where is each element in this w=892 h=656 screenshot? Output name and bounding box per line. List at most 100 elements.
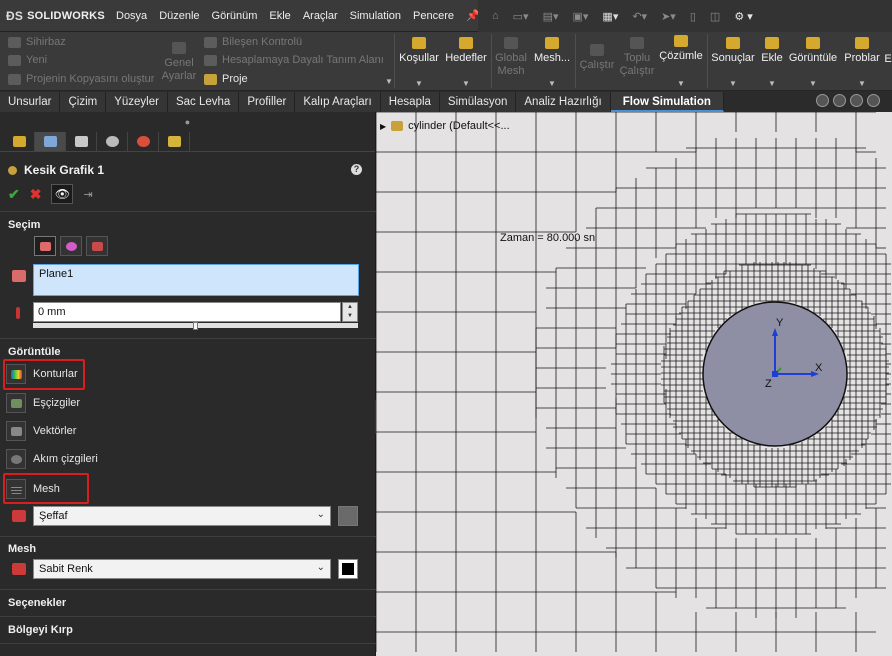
wizard-button[interactable]: Sihirbaz [8,36,66,48]
vectors-option[interactable]: Vektörler [6,419,366,443]
run-button[interactable]: Çalıştır [578,44,616,72]
computational-domain-button[interactable]: Hesaplamaya Dayalı Tanım Alanı [204,54,384,66]
section-view-icon[interactable] [867,94,880,107]
save-icon[interactable]: ▣▾ [573,10,589,23]
tab-display-manager[interactable] [128,132,159,151]
display-button[interactable]: Görüntüle [788,37,838,65]
solve-dropdown-icon[interactable]: ▼ [677,79,685,88]
clone-project-button[interactable]: Projenin Kopyasını oluştur [8,73,154,85]
mesh-button[interactable]: Mesh... [532,37,572,65]
tab-flow-analysis-tree[interactable] [4,132,35,151]
zoom-fit-icon[interactable] [816,94,829,107]
offset-input[interactable]: 0 mm [33,302,341,322]
divider [0,616,376,617]
rebuild-icon[interactable]: ▯ [690,10,696,23]
offset-spinner[interactable]: ▲ ▼ [342,302,358,322]
new-project-button[interactable]: Yeni [8,54,47,66]
goals-dropdown-icon[interactable]: ▼ [462,79,470,88]
plane-selection-box[interactable]: Plane1 [33,264,359,296]
panel-grip[interactable]: ● [0,112,375,132]
menu-dosya[interactable]: Dosya [110,10,153,22]
project-button[interactable]: Proje [204,73,248,85]
options-heading[interactable]: Seçenekler [8,597,66,609]
check-icon [204,36,217,48]
tab-unsurlar[interactable]: Unsurlar [0,92,61,112]
project-dropdown-icon[interactable]: ▼ [385,77,393,86]
menu-araclar[interactable]: Araçlar [297,10,344,22]
cancel-x-icon[interactable]: ✖ [30,186,42,203]
mesh-dropdown-icon[interactable]: ▼ [548,79,556,88]
feature-tree-flyout[interactable]: ▶ cylinder (Default<<... [380,120,510,132]
tab-flow-simulation[interactable] [159,132,190,151]
batch-run-button[interactable]: Toplu Çalıştır [618,37,656,78]
probes-button[interactable]: Problar [842,37,882,65]
tab-yuzeyler[interactable]: Yüzeyler [106,92,168,112]
zoom-area-icon[interactable] [833,94,846,107]
check-component-button[interactable]: Bileşen Kontrolü [204,36,302,48]
pushpin-icon[interactable]: ⇥ [83,188,92,201]
gear-icon[interactable]: ⚙ ▾ [734,10,752,23]
ribbon-overflow[interactable]: E [884,53,892,66]
print-icon[interactable]: ▦▾ [602,10,618,23]
menu-simulation[interactable]: Simulation [344,10,407,22]
menu-ekle[interactable]: Ekle [263,10,296,22]
isolines-option[interactable]: Eşçizgiler [6,391,366,415]
tab-profiller[interactable]: Profiller [239,92,296,112]
help-icon[interactable]: ? [351,164,362,175]
tab-kalip-araclari[interactable]: Kalıp Araçları [295,92,381,112]
spin-up-icon[interactable]: ▲ [343,303,357,312]
results-button[interactable]: Sonuçlar [710,37,756,65]
streamlines-option[interactable]: Akım çizgileri [6,447,366,471]
tab-cizim[interactable]: Çizim [60,92,107,112]
graphics-viewport[interactable]: Y X Z ▶ cylinder (Default<<... Zaman = 80.… [376,112,892,656]
face-select-button[interactable] [60,236,82,256]
results-dropdown-icon[interactable]: ▼ [729,79,737,88]
offset-slider-thumb[interactable] [193,322,198,330]
plane-select-button[interactable] [34,236,56,256]
insert-dropdown-icon[interactable]: ▼ [768,79,776,88]
menu-pencere[interactable]: Pencere [407,10,460,22]
edge-select-button[interactable] [86,236,108,256]
ok-checkmark-icon[interactable]: ✔ [8,186,20,203]
menu-gorunum[interactable]: Görünüm [206,10,264,22]
mesh-color-mode-dropdown[interactable]: Sabit Renk ⌄ [33,559,331,579]
mesh-color-swatch[interactable] [338,559,358,579]
conditions-dropdown-icon[interactable]: ▼ [415,79,423,88]
probes-dropdown-icon[interactable]: ▼ [858,79,866,88]
conditions-button[interactable]: Koşullar [398,37,440,65]
tab-dim-xpert[interactable] [97,132,128,151]
insert-button[interactable]: Ekle [758,37,786,65]
transparency-color-swatch[interactable] [338,506,358,526]
project-icon [204,73,217,85]
open-icon[interactable]: ▤▾ [543,10,559,23]
property-manager-title: Kesik Grafik 1 ? [0,160,376,180]
global-mesh-button[interactable]: Global Mesh [494,37,528,78]
tab-hesapla[interactable]: Hesapla [380,92,440,112]
property-manager-icon [43,136,57,147]
new-doc-icon[interactable]: ▭▾ [513,10,529,23]
transparency-dropdown[interactable]: Şeffaf ⌄ [33,506,331,526]
tab-simulasyon[interactable]: Simülasyon [439,92,517,112]
undo-icon[interactable]: ↶▾ [632,10,647,23]
results-icon [726,37,740,49]
tab-flow-simulation[interactable]: Flow Simulation [610,92,724,112]
tab-property-manager[interactable] [35,132,66,151]
spin-down-icon[interactable]: ▼ [343,312,357,321]
crop-region-heading[interactable]: Bölgeyi Kırp [8,624,73,636]
tab-sac-levha[interactable]: Sac Levha [167,92,240,112]
y-axis-label: Y [776,317,784,329]
select-icon[interactable]: ➤▾ [661,10,676,23]
preview-eye-icon[interactable]: 👁 [51,184,74,204]
goals-button[interactable]: Hedefler [444,37,488,65]
solve-button[interactable]: Çözümle [658,35,704,63]
tab-configuration[interactable] [66,132,97,151]
expand-arrow-icon[interactable]: ▶ [380,122,386,131]
display-dropdown-icon[interactable]: ▼ [809,79,817,88]
previous-view-icon[interactable] [850,94,863,107]
general-settings-button[interactable]: Genel Ayarlar [160,42,198,83]
file-properties-icon[interactable]: ◫ [710,10,720,23]
home-icon[interactable]: ⌂ [492,10,499,22]
offset-icon [16,307,20,319]
menu-duzenle[interactable]: Düzenle [153,10,205,22]
tab-analiz-hazirligi[interactable]: Analiz Hazırlığı [516,92,611,112]
